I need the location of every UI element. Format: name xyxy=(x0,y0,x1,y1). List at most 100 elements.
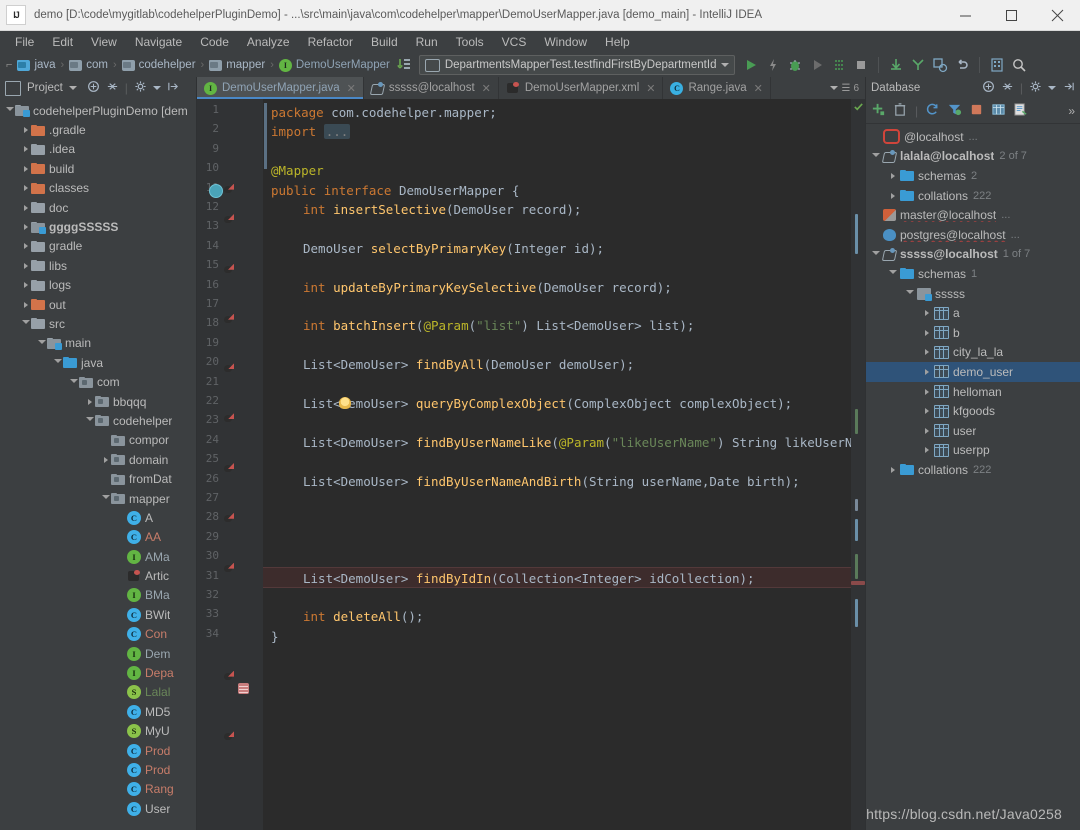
tree-toggle-closed-icon[interactable] xyxy=(921,349,932,356)
tree-toggle-closed-icon[interactable] xyxy=(20,146,31,153)
debug-icon[interactable] xyxy=(786,56,804,74)
project-tree-row[interactable]: compor xyxy=(0,431,196,450)
mybatis-navigate-icon[interactable] xyxy=(223,671,234,682)
project-tree-row[interactable]: libs xyxy=(0,256,196,275)
project-tree-row[interactable]: CA xyxy=(0,508,196,527)
project-tree-row[interactable]: ggggSSSSS xyxy=(0,217,196,236)
tree-toggle-open-icon[interactable] xyxy=(36,339,47,347)
mybatis-navigate-icon[interactable] xyxy=(223,413,234,424)
mybatis-navigate-icon[interactable] xyxy=(223,363,234,374)
database-mapping-icon[interactable] xyxy=(238,682,249,694)
database-tree-row[interactable]: sssss xyxy=(866,284,1080,304)
expand-collapse-icon[interactable] xyxy=(1001,80,1014,96)
editor-tab-range-java[interactable]: C Range.java ✕ xyxy=(663,77,771,99)
tree-toggle-closed-icon[interactable] xyxy=(921,427,932,434)
project-tree-row[interactable]: out xyxy=(0,295,196,314)
project-tree-row[interactable]: classes xyxy=(0,179,196,198)
editor-marker[interactable] xyxy=(855,409,858,434)
tree-toggle-closed-icon[interactable] xyxy=(20,224,31,231)
menu-view[interactable]: View xyxy=(82,32,126,52)
database-tree-row[interactable]: demo_user xyxy=(866,362,1080,382)
database-tree-row[interactable]: schemas 2 xyxy=(866,166,1080,186)
run-icon[interactable] xyxy=(742,56,760,74)
menu-vcs[interactable]: VCS xyxy=(493,32,536,52)
tree-toggle-open-icon[interactable] xyxy=(870,250,881,258)
project-tree-row[interactable]: C MD5 xyxy=(0,702,196,721)
commit-icon[interactable] xyxy=(909,56,927,74)
project-tree-row[interactable]: com xyxy=(0,372,196,391)
project-tree-row[interactable]: C Rang xyxy=(0,780,196,799)
code-editor[interactable]: 1291011121314151617181920212223242526272… xyxy=(197,99,865,830)
settings-icon[interactable] xyxy=(988,56,1006,74)
database-tree-row[interactable]: city_la_la xyxy=(866,343,1080,363)
project-tree-row[interactable]: I Depa xyxy=(0,663,196,682)
menu-navigate[interactable]: Navigate xyxy=(126,32,191,52)
collapse-scope-icon[interactable] xyxy=(87,80,100,96)
console-icon[interactable] xyxy=(1013,102,1028,120)
database-tree-row[interactable]: userpp xyxy=(866,441,1080,461)
mybatis-navigate-icon[interactable] xyxy=(223,513,234,524)
tree-toggle-closed-icon[interactable] xyxy=(84,398,95,405)
menu-tools[interactable]: Tools xyxy=(447,32,493,52)
editor-marker[interactable] xyxy=(855,554,858,579)
gear-icon[interactable] xyxy=(1029,80,1042,96)
tree-toggle-closed-icon[interactable] xyxy=(921,368,932,375)
tree-toggle-closed-icon[interactable] xyxy=(20,185,31,192)
project-tree-row[interactable]: C AA xyxy=(0,528,196,547)
database-tree-row[interactable]: kfgoods xyxy=(866,401,1080,421)
mybatis-navigate-icon[interactable] xyxy=(223,563,234,574)
close-button[interactable] xyxy=(1034,0,1080,30)
editor-marker[interactable] xyxy=(855,519,858,541)
run-with-coverage-icon[interactable] xyxy=(764,56,782,74)
editor-marker[interactable] xyxy=(855,214,858,254)
mybatis-navigate-icon[interactable] xyxy=(223,463,234,474)
chevron-down-icon[interactable] xyxy=(1048,86,1056,90)
database-tree-row[interactable]: master@localhost... xyxy=(866,205,1080,225)
close-tab-icon[interactable]: ✕ xyxy=(646,82,655,95)
database-tree-row[interactable]: sssss@localhost 1 of 7 xyxy=(866,245,1080,265)
stop-icon[interactable] xyxy=(852,56,870,74)
remove-icon[interactable] xyxy=(893,102,908,120)
collapse-icon[interactable] xyxy=(982,80,995,96)
editor-tab-demousermapper-xml[interactable]: DemoUserMapper.xml ✕ xyxy=(499,77,664,99)
editor-marker[interactable] xyxy=(855,499,858,511)
hide-panel-icon[interactable] xyxy=(167,80,180,96)
undo-icon[interactable] xyxy=(953,56,971,74)
tree-toggle-closed-icon[interactable] xyxy=(20,282,31,289)
editor-marker-strip[interactable] xyxy=(851,99,865,830)
error-marker[interactable] xyxy=(851,581,865,585)
breadcrumb-mapper[interactable]: mapper xyxy=(204,58,270,72)
project-tree-row[interactable]: I AMa xyxy=(0,547,196,566)
maximize-button[interactable] xyxy=(988,0,1034,30)
project-tree-row[interactable]: domain xyxy=(0,450,196,469)
menu-refactor[interactable]: Refactor xyxy=(299,32,362,52)
database-tree[interactable]: @localhost... lalala@localhost 2 of 7 schem… xyxy=(866,124,1080,830)
project-tree-row[interactable]: S MyU xyxy=(0,722,196,741)
tree-toggle-closed-icon[interactable] xyxy=(887,466,898,473)
breadcrumb-java[interactable]: java xyxy=(12,58,60,72)
tree-toggle-open-icon[interactable] xyxy=(52,359,63,366)
project-tree-row[interactable]: codehelperPluginDemo [dem xyxy=(0,101,196,120)
tree-toggle-closed-icon[interactable] xyxy=(20,243,31,250)
project-tree-row[interactable]: main xyxy=(0,334,196,353)
database-tree-row[interactable]: @localhost... xyxy=(866,127,1080,147)
download-sync-icon[interactable] xyxy=(395,56,413,74)
tree-toggle-closed-icon[interactable] xyxy=(887,192,898,199)
mybatis-navigate-icon[interactable] xyxy=(223,731,234,742)
tree-toggle-closed-icon[interactable] xyxy=(20,301,31,308)
run-dirty-icon[interactable] xyxy=(830,56,848,74)
database-tree-row[interactable]: collations 222 xyxy=(866,460,1080,480)
database-tree-row[interactable]: collations 222 xyxy=(866,186,1080,206)
breadcrumb-demousermapper[interactable]: I DemoUserMapper xyxy=(274,58,395,73)
project-tree-row[interactable]: .gradle xyxy=(0,120,196,139)
more-icon[interactable]: » xyxy=(1068,104,1075,118)
close-tab-icon[interactable]: ✕ xyxy=(347,82,356,95)
project-tree-row[interactable]: logs xyxy=(0,276,196,295)
expand-collapse-icon[interactable] xyxy=(106,80,119,96)
project-tree-row[interactable]: C User xyxy=(0,799,196,818)
project-tree-row[interactable]: C Con xyxy=(0,625,196,644)
breadcrumb-codehelper[interactable]: codehelper xyxy=(117,58,201,72)
tree-toggle-closed-icon[interactable] xyxy=(921,388,932,395)
minimize-button[interactable] xyxy=(942,0,988,30)
project-tree-row[interactable]: C Prod xyxy=(0,760,196,779)
